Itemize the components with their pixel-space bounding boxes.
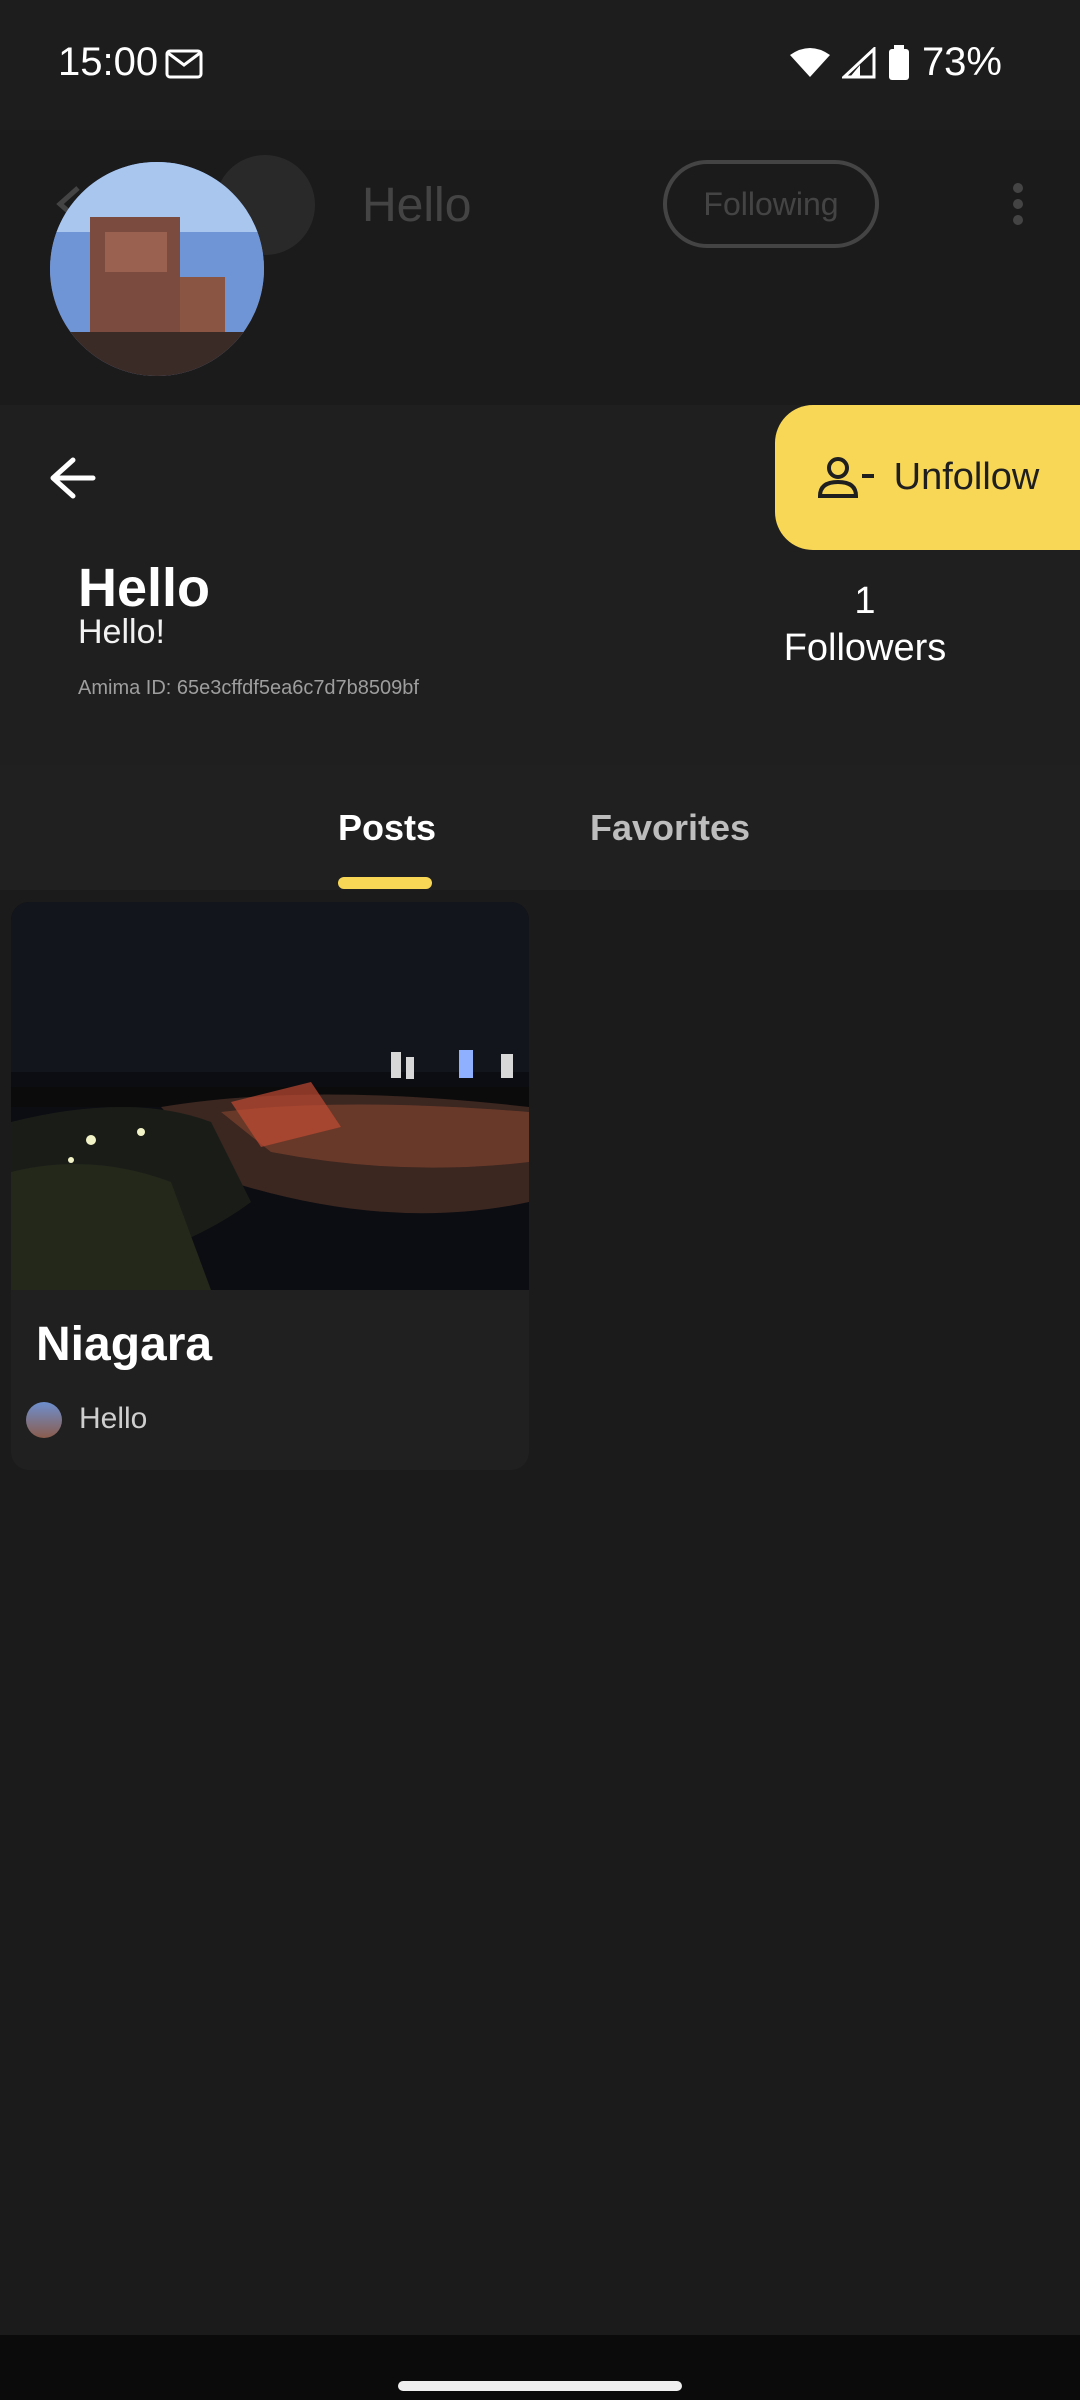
arrow-left-icon [50, 457, 96, 499]
tab-favorites[interactable]: Favorites [590, 807, 750, 849]
signal-icon [841, 46, 876, 79]
followers-label: Followers [783, 627, 947, 669]
person-remove-icon [817, 456, 874, 498]
tab-indicator [338, 877, 432, 889]
profile-panel: Unfollow Hello Hello! Amima ID: 65e3cffd… [0, 405, 1080, 765]
more-vertical-icon[interactable] [1010, 182, 1026, 231]
status-indicators: 73% [789, 40, 1002, 85]
followers-count: 1 [854, 580, 876, 622]
home-indicator[interactable] [398, 2381, 682, 2391]
post-title: Niagara [36, 1318, 213, 1371]
post-author-name: Hello [79, 1402, 148, 1435]
battery-percent: 73% [921, 40, 1002, 84]
status-bar: 15:00 73% [0, 0, 1080, 130]
profile-bio: Hello! [78, 613, 165, 651]
post-author-avatar [26, 1402, 62, 1438]
following-button[interactable]: Following [663, 160, 879, 248]
unfollow-label: Unfollow [893, 456, 1040, 498]
unfollow-button[interactable]: Unfollow [775, 405, 1080, 550]
tab-posts[interactable]: Posts [338, 807, 436, 849]
profile-avatar [50, 162, 264, 376]
back-button[interactable] [40, 445, 106, 511]
header-title: Hello [362, 179, 472, 232]
profile-name: Hello [78, 558, 211, 618]
post-image [11, 902, 529, 1290]
status-time: 15:00 [58, 40, 159, 84]
tabs: Posts Favorites [0, 765, 1080, 890]
mail-icon [165, 48, 205, 85]
post-card[interactable]: Niagara Hello [11, 902, 529, 1470]
wifi-icon [789, 47, 830, 79]
battery-icon [888, 44, 910, 81]
profile-id: Amima ID: 65e3cffdf5ea6c7d7b8509bf [78, 677, 419, 699]
